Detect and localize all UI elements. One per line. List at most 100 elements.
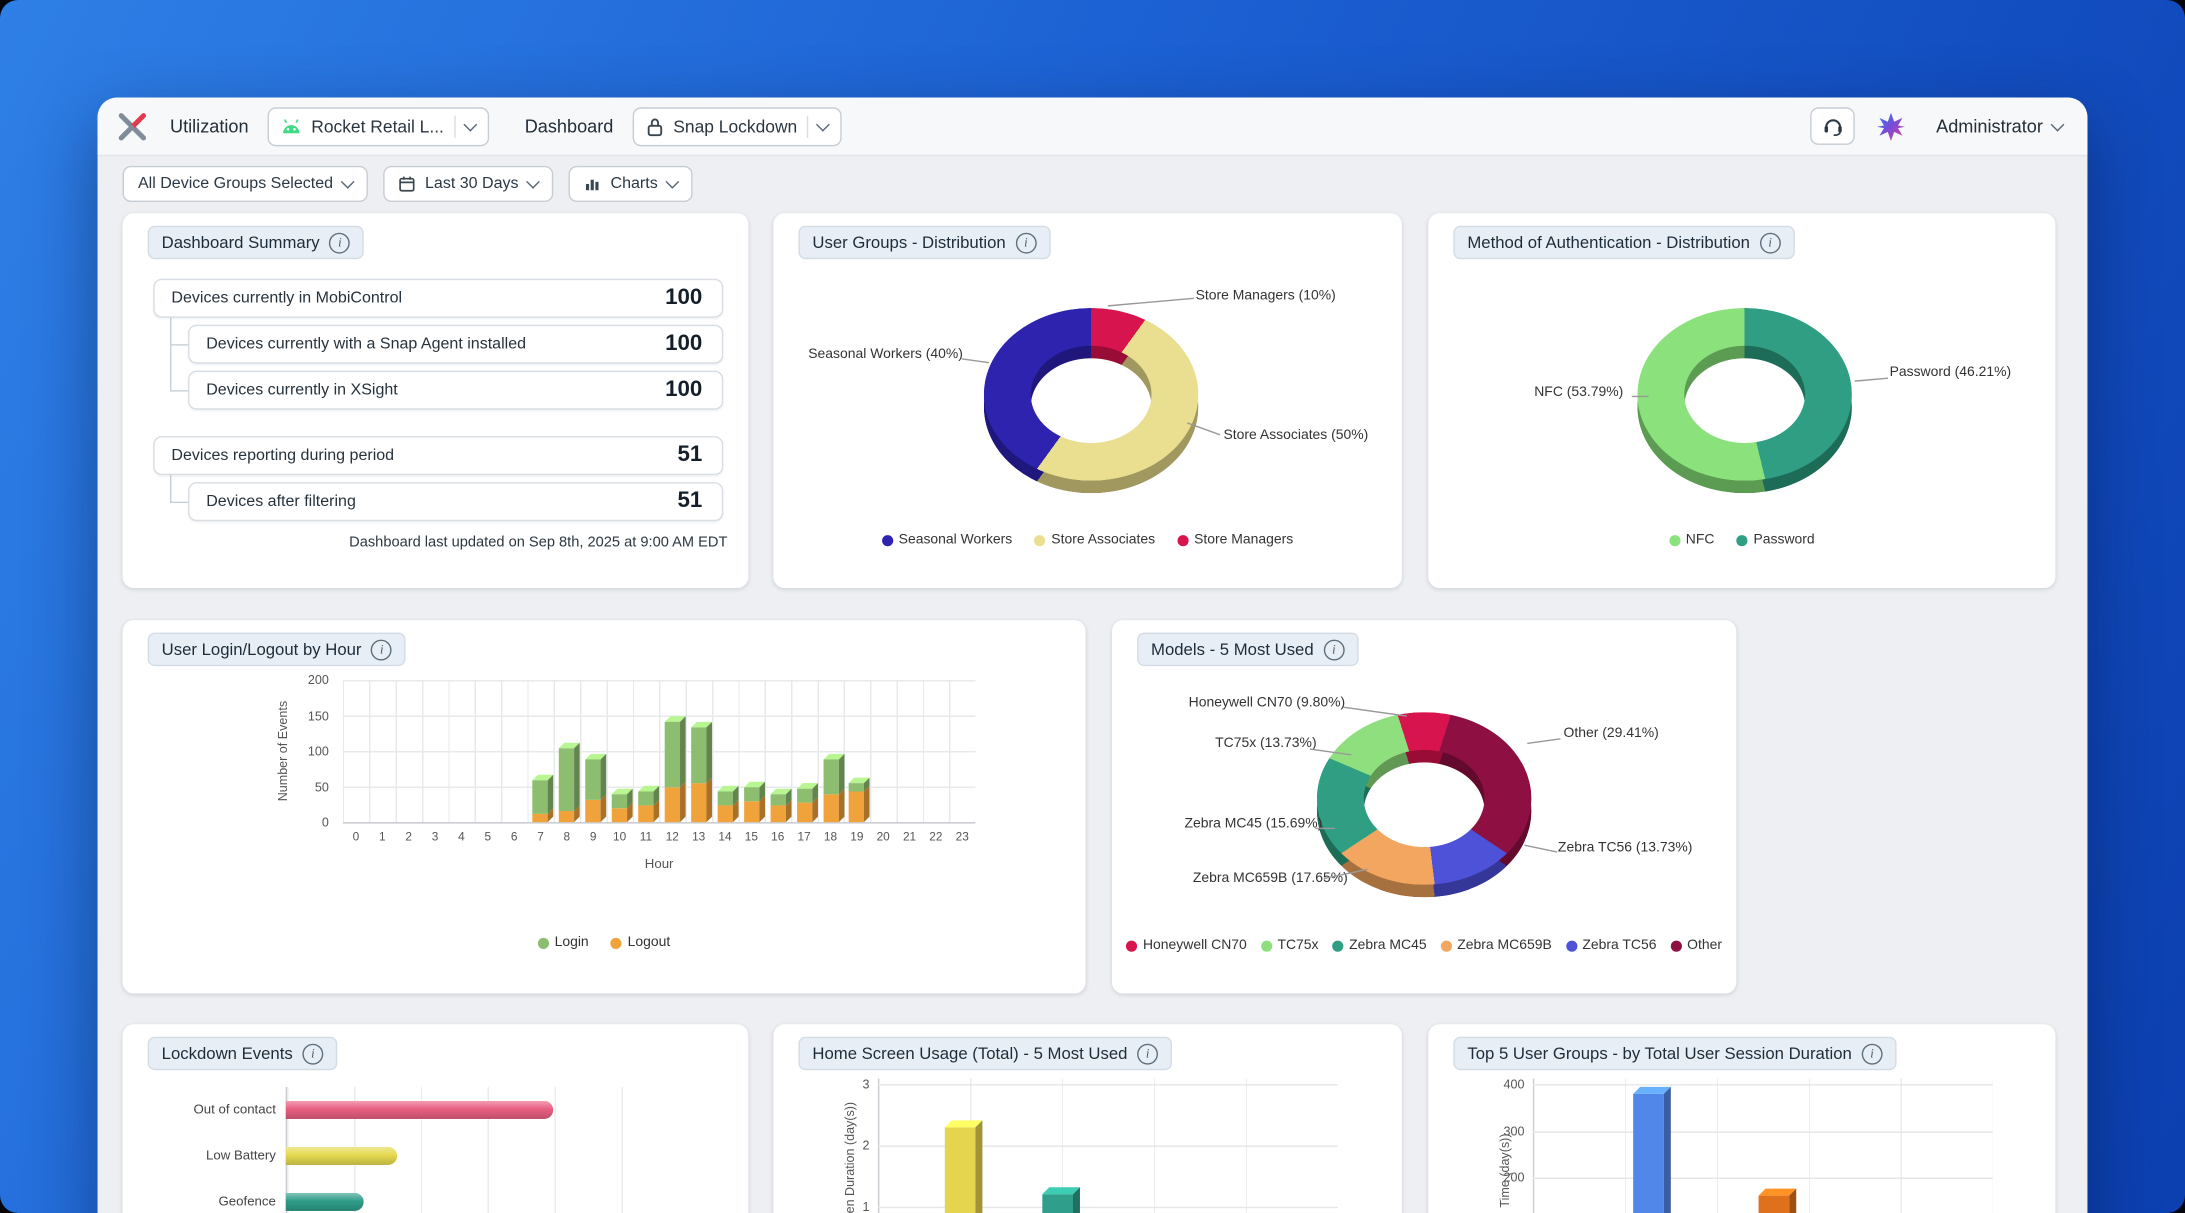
card-title-text: User Login/Logout by Hour [162,640,362,660]
bar-segment-login[interactable] [823,760,838,795]
summary-row-label: Devices currently in XSight [206,382,397,399]
legend-item[interactable]: Zebra MC45 [1332,938,1426,953]
bar-segment-login[interactable] [638,792,653,805]
slice-label: NFC (53.79%) [1534,385,1623,400]
bar-hour-18[interactable] [823,760,838,823]
summary-row-value: 100 [665,378,702,403]
legend-item[interactable]: Seasonal Workers [882,532,1012,547]
bar-segment-logout[interactable] [717,805,732,822]
bar-hour-13[interactable] [691,728,706,823]
info-icon[interactable]: i [371,639,392,660]
bar-segment-login[interactable] [849,783,864,792]
bar-segment-login[interactable] [717,792,732,805]
bar-hour-14[interactable] [717,792,732,823]
bar-segment-logout[interactable] [533,814,548,823]
legend-item[interactable]: Login [538,935,589,950]
summary-row-value: 51 [678,443,703,468]
device-groups-filter[interactable]: All Device Groups Selected [123,166,368,202]
bar-hour-7[interactable] [533,780,548,822]
bar-hour-19[interactable] [849,783,864,822]
x-axis-tick-label: 13 [688,829,710,843]
donut-chart[interactable] [1317,712,1532,885]
app-window: Utilization Rocket Retail L... Dashboard [98,98,2088,1213]
bar-segment-logout[interactable] [638,805,653,822]
models-donut[interactable] [1317,712,1532,885]
info-icon[interactable]: i [1323,639,1344,660]
date-range-filter[interactable]: Last 30 Days [383,166,553,202]
gridline [1533,1084,1993,1085]
legend-item[interactable]: Store Managers [1177,532,1293,547]
bar-segment-login[interactable] [796,789,811,803]
bar-hour-11[interactable] [638,792,653,823]
bar-segment-logout[interactable] [586,800,601,822]
y-axis-tick-label: 50 [287,780,329,794]
chart-type-filter[interactable]: Charts [569,166,693,202]
bar-segment-logout[interactable] [823,794,838,822]
lockdown-profile-selector[interactable]: Snap Lockdown [633,107,842,146]
bar-segment-login[interactable] [612,794,627,807]
bar-hour-17[interactable] [796,789,811,822]
legend-item[interactable]: Zebra TC56 [1566,938,1657,953]
legend-item[interactable]: Store Associates [1035,532,1156,547]
bar-segment-logout[interactable] [849,792,864,823]
bar-1[interactable] [945,1127,976,1213]
auth-method-distribution-card: Method of Authentication - Distribution … [1428,213,2055,588]
legend-item[interactable]: Logout [611,935,670,950]
legend-item[interactable]: NFC [1669,532,1714,547]
legend-item[interactable]: Zebra MC659B [1441,938,1552,953]
legend-item[interactable]: Other [1670,938,1722,953]
models-most-used-card: Models - 5 Most Used i Honeywell CN70 (9… [1112,620,1736,993]
bar-segment-login[interactable] [744,787,759,801]
donut-chart[interactable] [984,308,1199,481]
x-axis-tick-label: 21 [898,829,920,843]
bar-2[interactable] [1042,1194,1073,1213]
bar-hour-9[interactable] [586,760,601,823]
bar-segment-logout[interactable] [796,803,811,822]
bar-2[interactable] [1759,1196,1790,1213]
bar-segment-login[interactable] [770,794,785,805]
bar-segment-logout[interactable] [770,805,785,822]
legend-item[interactable]: TC75x [1261,938,1319,953]
info-icon[interactable]: i [1015,232,1036,253]
legend-item[interactable]: Password [1737,532,1815,547]
slice-label: Password (46.21%) [1890,365,2012,380]
bar-segment-login[interactable] [665,722,680,787]
bar-hour-8[interactable] [559,748,574,822]
info-icon[interactable]: i [1862,1043,1883,1064]
legend-item[interactable]: Honeywell CN70 [1126,938,1247,953]
bar-segment-login[interactable] [559,748,574,811]
bar-segment-login[interactable] [533,780,548,813]
slice-label: Store Managers (10%) [1196,288,1336,303]
support-button[interactable] [1811,107,1856,145]
bar-segment-logout[interactable] [559,811,574,822]
device-group-selector[interactable]: Rocket Retail L... [268,107,488,146]
soti-apps-icon[interactable] [1875,109,1908,142]
bar-1[interactable] [1633,1093,1664,1213]
x-axis-tick-label: 19 [846,829,868,843]
auth-method-donut[interactable] [1637,308,1852,481]
bar-segment-logout[interactable] [691,783,706,822]
bar-segment-logout[interactable] [665,787,680,822]
bar-out-of-contact[interactable] [286,1101,554,1119]
y-axis-tick-label: 3 [819,1077,869,1091]
bar-segment-login[interactable] [691,728,706,783]
bar-hour-12[interactable] [665,722,680,822]
bar-geofence[interactable] [286,1193,364,1211]
bar-hour-15[interactable] [744,787,759,822]
bar-low-battery[interactable] [286,1147,397,1165]
user-menu[interactable]: Administrator [1928,114,2071,138]
info-icon[interactable]: i [302,1043,323,1064]
last-updated-text: Dashboard last updated on Sep 8th, 2025 … [349,534,727,551]
login-logout-plot[interactable] [343,680,976,824]
user-groups-donut[interactable] [984,308,1199,481]
x-axis-tick-label: 16 [767,829,789,843]
bar-segment-logout[interactable] [744,802,759,823]
bar-hour-16[interactable] [770,794,785,822]
bar-segment-logout[interactable] [612,808,627,822]
bar-segment-login[interactable] [586,760,601,800]
donut-chart[interactable] [1637,308,1852,481]
info-icon[interactable]: i [1137,1043,1158,1064]
info-icon[interactable]: i [329,232,350,253]
bar-hour-10[interactable] [612,794,627,822]
info-icon[interactable]: i [1760,232,1781,253]
